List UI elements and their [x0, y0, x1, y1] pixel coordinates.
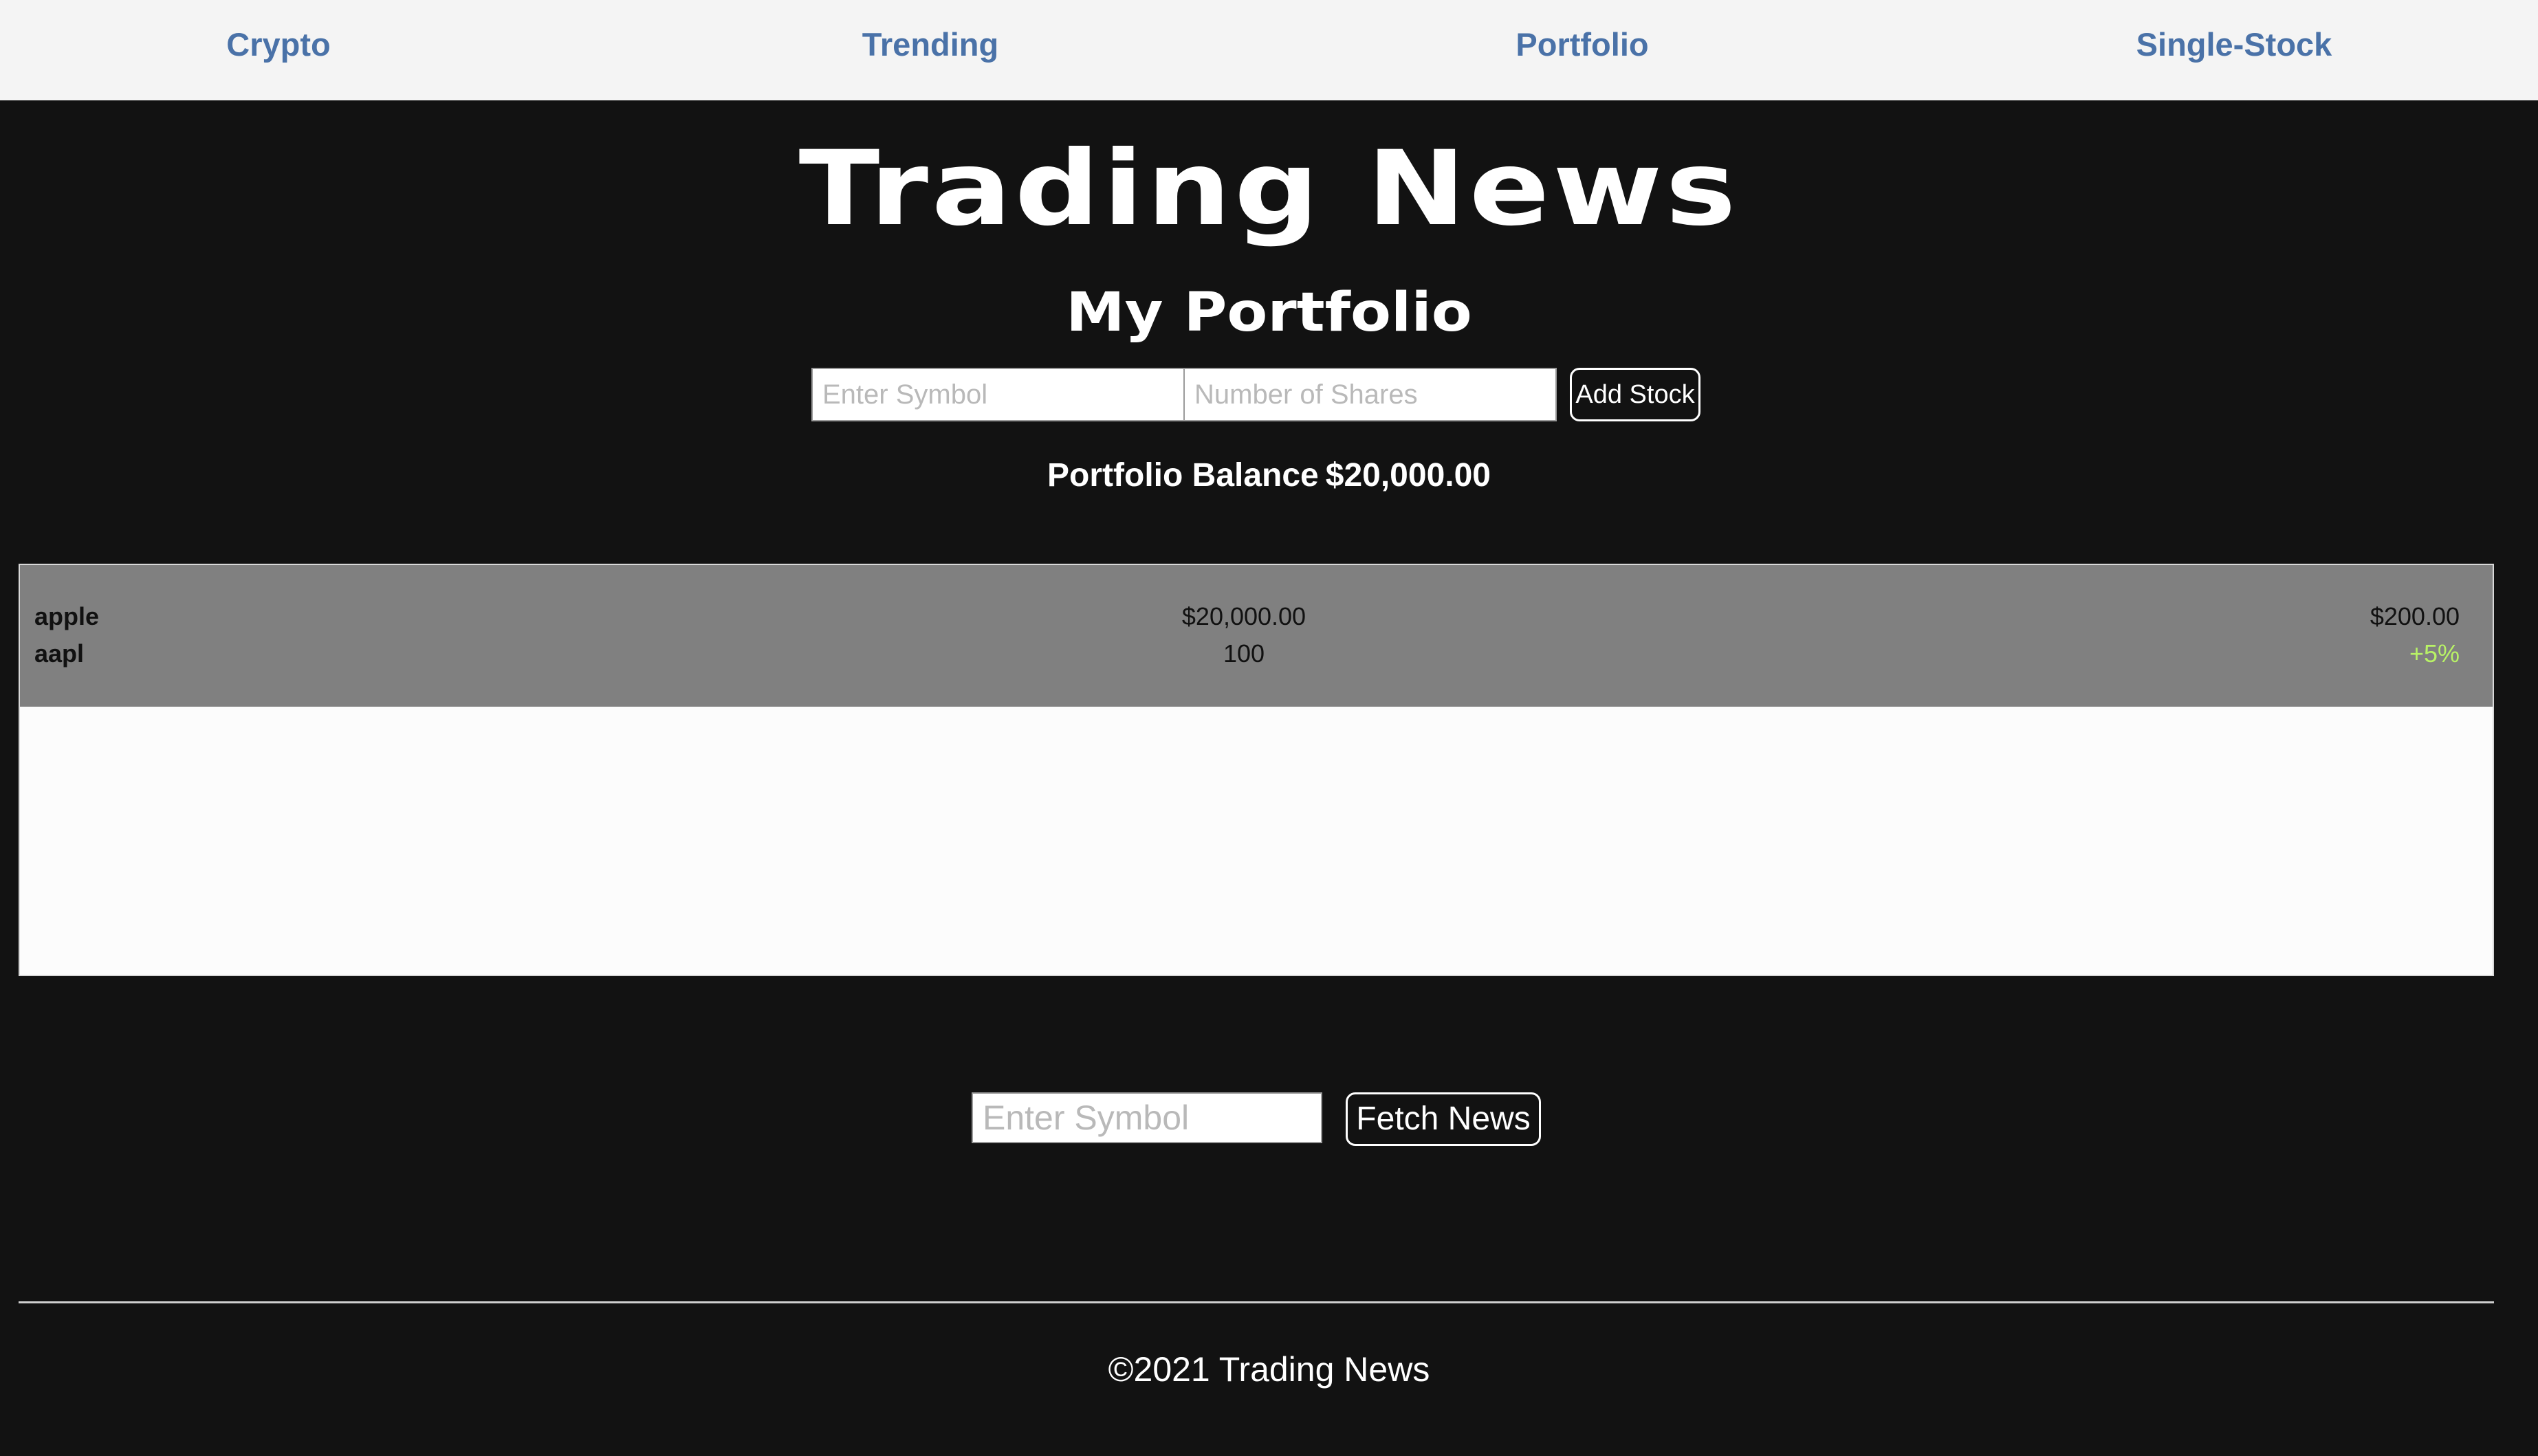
portfolio-balance: Portfolio Balance $20,000.00 — [0, 455, 2538, 496]
holding-change: +5% — [2409, 639, 2460, 668]
portfolio-balance-value: $20,000.00 — [1325, 457, 1491, 494]
fetch-news-button[interactable]: Fetch News — [1346, 1092, 1541, 1146]
page-title: My Portfolio — [1066, 282, 1472, 344]
shares-input[interactable] — [1183, 368, 1557, 421]
nav-link-trending[interactable]: Trending — [862, 0, 998, 89]
news-symbol-input[interactable] — [972, 1092, 1322, 1143]
portfolio-balance-label: Portfolio Balance — [1047, 457, 1319, 494]
footer-copyright: ©2021 Trading News — [1108, 1350, 1430, 1389]
top-nav: Crypto Trending Portfolio Single-Stock — [0, 0, 2538, 100]
holding-name: apple — [34, 602, 100, 630]
holding-ticker: aapl — [34, 639, 85, 668]
holding-value: $20,000.00 — [1181, 602, 1306, 630]
nav-link-crypto[interactable]: Crypto — [226, 0, 330, 89]
holding-shares: 100 — [1223, 639, 1265, 668]
add-stock-button[interactable]: Add Stock — [1570, 368, 1700, 421]
nav-link-portfolio[interactable]: Portfolio — [1516, 0, 1648, 89]
footer-divider — [19, 1301, 2494, 1303]
nav-link-single-stock[interactable]: Single-Stock — [2136, 0, 2332, 89]
symbol-input[interactable] — [811, 368, 1185, 421]
holding-price: $200.00 — [2370, 602, 2460, 630]
site-title: Trading News — [798, 129, 1740, 249]
